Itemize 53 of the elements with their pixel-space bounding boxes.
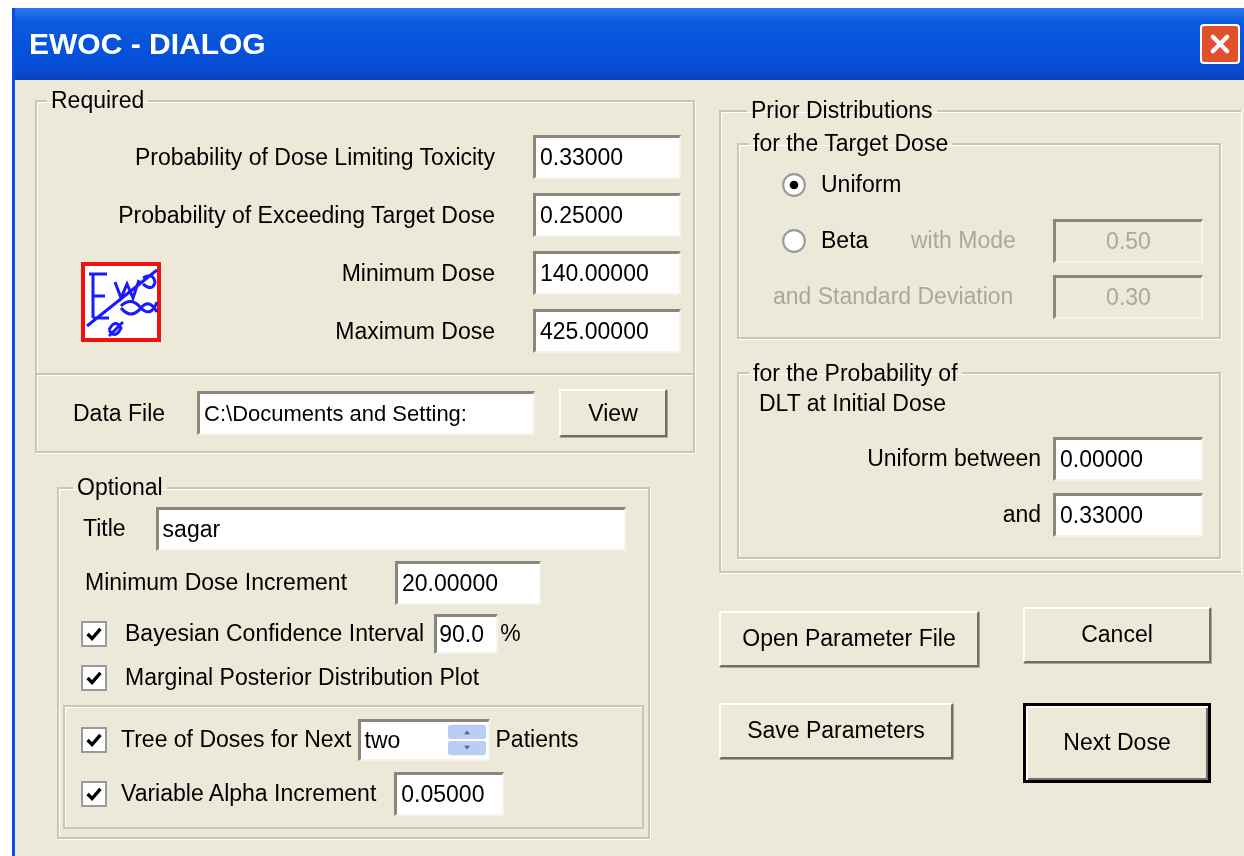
checkbox-label: Marginal Posterior Distribution Plot [125, 664, 480, 692]
window-title: EWOC - DIALOG [29, 27, 266, 61]
field-label: and Standard Deviation [773, 283, 1014, 311]
checkbox[interactable] [81, 780, 107, 807]
radio-button[interactable] [781, 171, 807, 198]
field-label: Title [83, 515, 126, 543]
checkbox[interactable] [81, 726, 107, 753]
input-field[interactable]: 425.00000 [533, 309, 681, 354]
field-label: Probability of Exceeding Target Dose [117, 201, 496, 229]
input-field[interactable]: 0.33000 [533, 135, 681, 180]
group-label: DLT at Initial Dose [758, 388, 948, 418]
input-field[interactable]: 0.05000 [394, 771, 505, 816]
close-icon [1208, 32, 1232, 56]
spinner-value: two [364, 726, 401, 754]
checkbox[interactable] [81, 664, 107, 691]
logo-icon [81, 262, 161, 343]
field-label: Maximum Dose [334, 317, 496, 345]
checkbox-label: Variable Alpha Increment [121, 780, 377, 808]
group-label: Prior Distributions [750, 98, 934, 124]
input-field[interactable]: 0.33000 [1053, 492, 1203, 537]
radio-label: Uniform [821, 171, 902, 199]
unit-label: Patients [495, 726, 579, 754]
radio-label: Beta [821, 227, 870, 255]
field-label: Minimum Dose [340, 259, 496, 287]
group-label: for the Target Dose [752, 131, 950, 157]
view-button[interactable]: View [559, 389, 668, 438]
input-field[interactable]: sagar [155, 506, 626, 551]
field-label: Data File [73, 399, 166, 427]
group-label: for the Probability of [752, 360, 959, 386]
radio-button[interactable] [781, 227, 807, 254]
spinner-field[interactable]: two [357, 718, 490, 761]
checkbox-label: Tree of Doses for Next [121, 726, 352, 754]
field-label: Probability of Dose Limiting Toxicity [133, 143, 496, 171]
field-label: Uniform between [867, 445, 1041, 473]
input-field[interactable]: 90.0 [434, 613, 499, 654]
field-label: with Mode [911, 227, 1016, 255]
input-field[interactable]: 0.25000 [533, 193, 681, 238]
unit-label: % [500, 620, 521, 648]
input-field[interactable]: 140.00000 [533, 251, 681, 296]
input-field[interactable]: C:\Documents and Setting: [197, 391, 536, 436]
dialog-button[interactable]: Open Parameter File [719, 610, 979, 667]
input-field[interactable]: 0.00000 [1053, 436, 1203, 481]
dialog-button[interactable]: Cancel [1023, 606, 1211, 663]
group-label: Required [50, 88, 146, 114]
dialog-button[interactable]: Next Dose [1023, 702, 1211, 783]
dialog-button[interactable]: Save Parameters [719, 702, 953, 759]
checkbox[interactable] [81, 620, 107, 647]
input-field[interactable]: 20.00000 [395, 560, 542, 605]
field-label: Minimum Dose Increment [85, 569, 348, 597]
checkbox-label: Bayesian Confidence Interval [125, 620, 425, 648]
close-button[interactable] [1200, 24, 1240, 64]
field-label: and [1002, 501, 1041, 529]
group-label: Optional [76, 475, 164, 501]
